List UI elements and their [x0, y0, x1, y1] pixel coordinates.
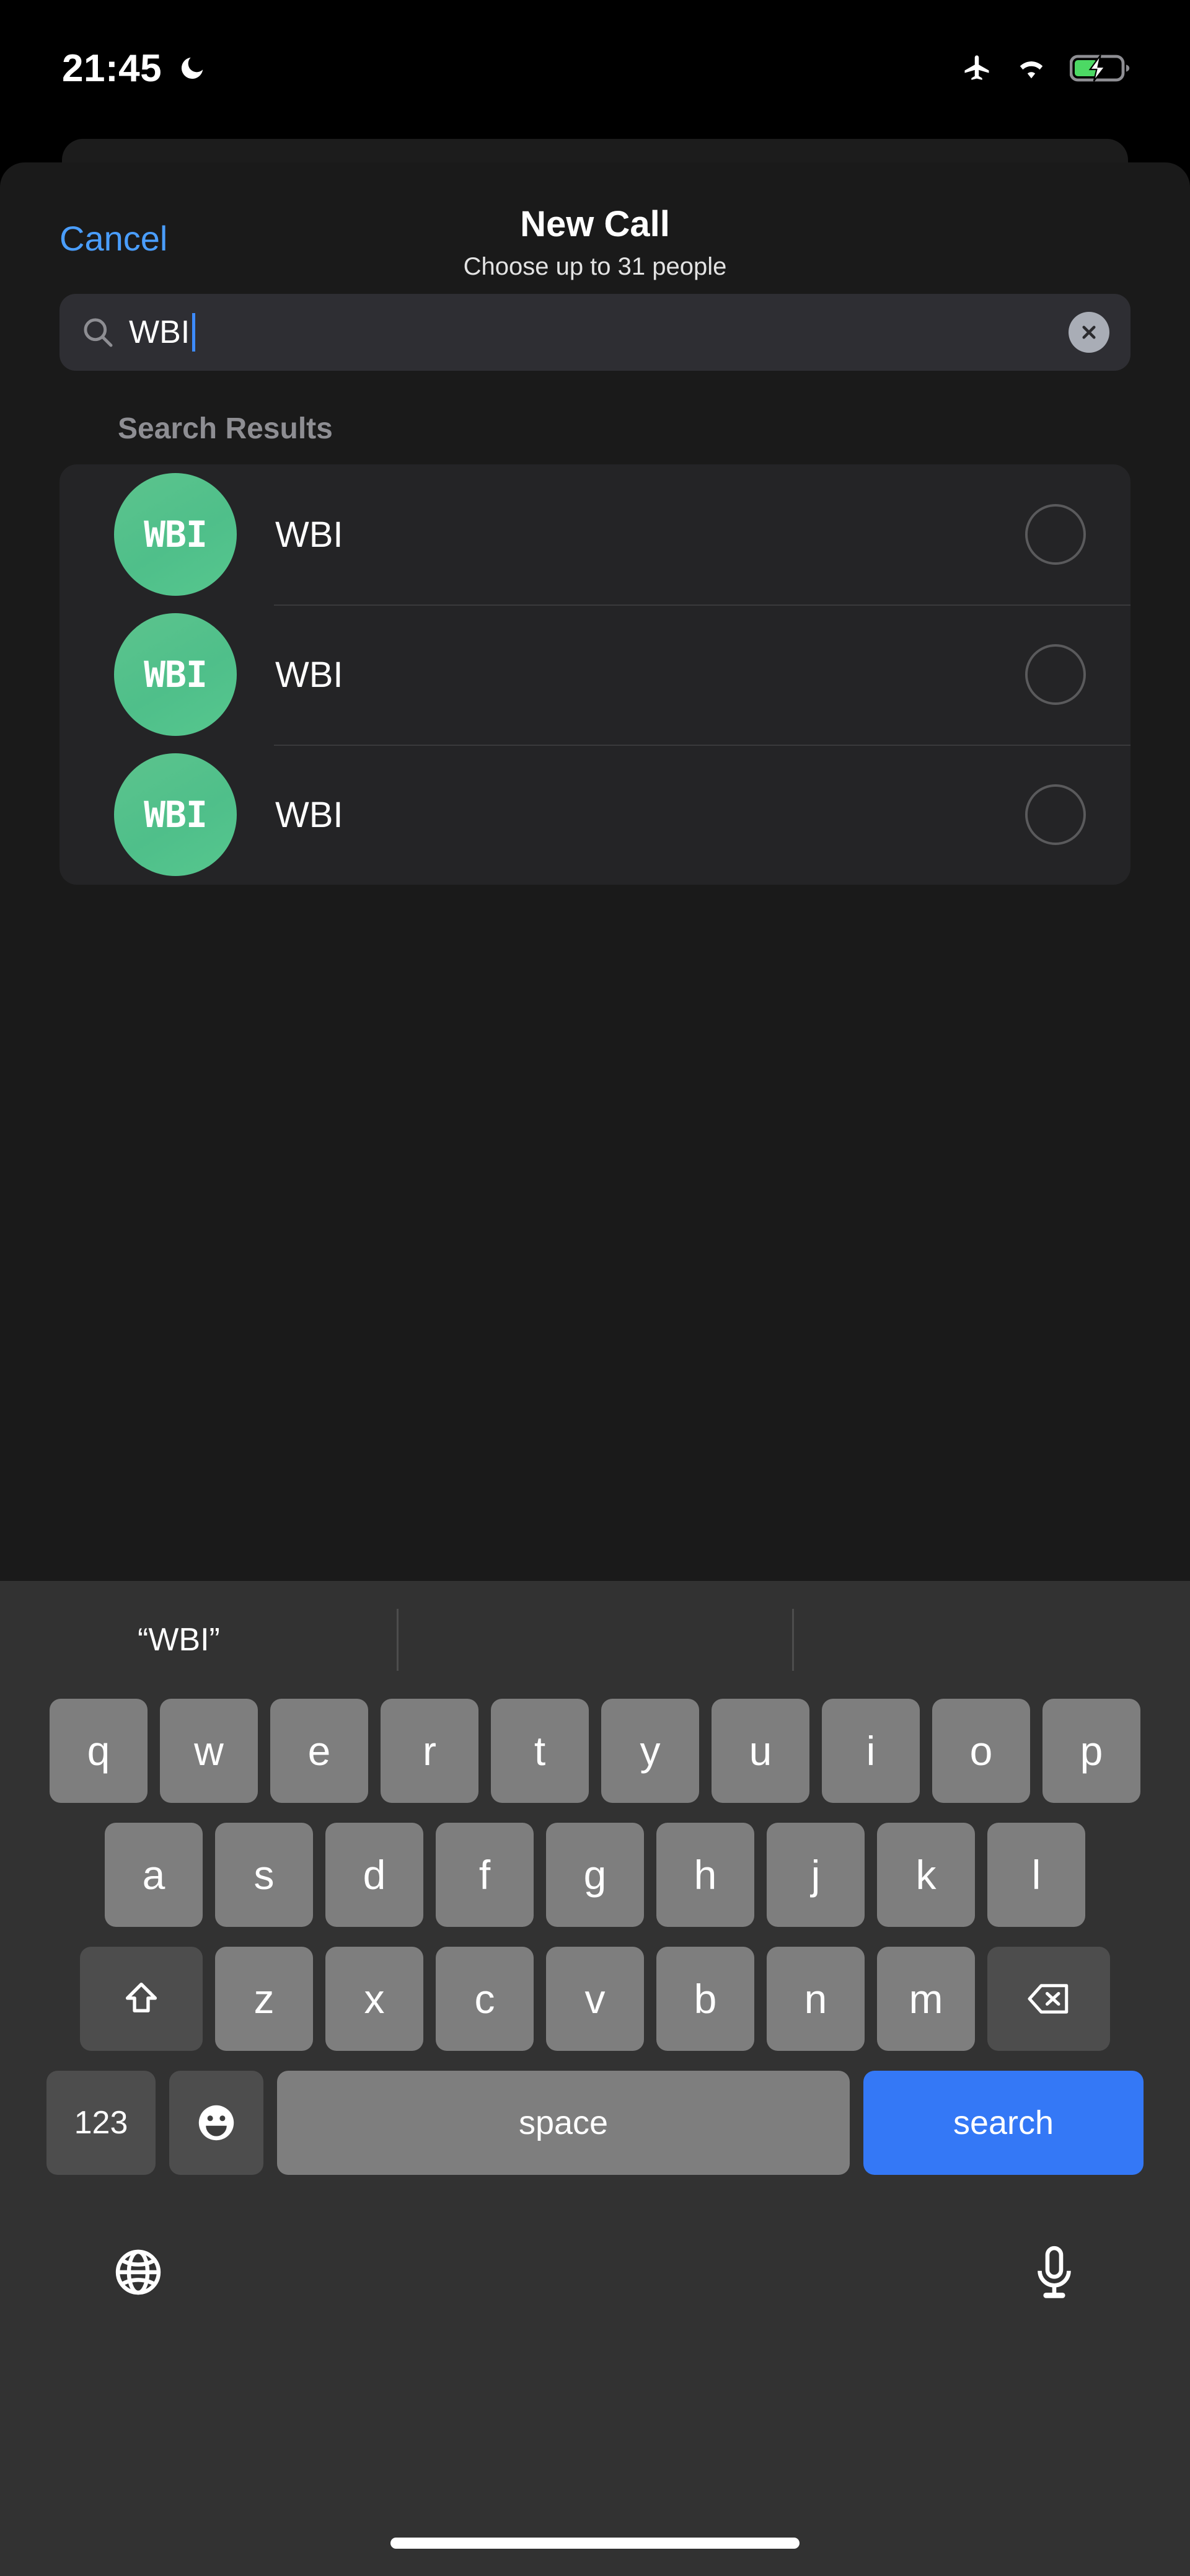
table-row[interactable]: WBI WBI	[60, 604, 1130, 745]
key-h[interactable]: h	[656, 1823, 754, 1927]
key-n[interactable]: n	[767, 1947, 865, 2051]
key-s[interactable]: s	[215, 1823, 313, 1927]
search-results-list: WBI WBI WBI WBI WBI WBI	[60, 464, 1130, 885]
space-key[interactable]: space	[277, 2071, 850, 2175]
contact-name: WBI	[275, 794, 343, 835]
key-x[interactable]: x	[325, 1947, 423, 2051]
phone-screen: 21:45 Cancel New Call Choose up to 31 pe…	[0, 0, 1190, 2576]
key-i[interactable]: i	[822, 1699, 920, 1803]
title-block: New Call Choose up to 31 people	[0, 203, 1190, 281]
contact-name: WBI	[275, 654, 343, 695]
home-indicator[interactable]	[390, 2538, 800, 2549]
search-icon	[81, 315, 115, 350]
clear-search-button[interactable]	[1069, 312, 1109, 353]
search-input-value: WBI	[129, 314, 190, 350]
search-key[interactable]: search	[863, 2071, 1144, 2175]
moon-icon	[178, 54, 206, 82]
backspace-icon	[1027, 1981, 1070, 2017]
autocomplete-bar: “WBI”	[0, 1581, 1190, 1699]
key-g[interactable]: g	[546, 1823, 644, 1927]
key-a[interactable]: a	[105, 1823, 203, 1927]
keyboard-rows: q w e r t y u i o p a s d f g h j k l z …	[0, 1699, 1190, 2175]
key-t[interactable]: t	[491, 1699, 589, 1803]
search-input-text[interactable]: WBI	[129, 313, 196, 352]
globe-icon	[112, 2246, 165, 2299]
avatar: WBI	[114, 753, 237, 876]
backspace-key[interactable]	[987, 1947, 1110, 2051]
search-area: WBI	[0, 294, 1190, 371]
suggestion-divider	[397, 1609, 399, 1671]
select-contact-toggle[interactable]	[1025, 784, 1086, 845]
keyboard-row-1: q w e r t y u i o p	[9, 1699, 1181, 1803]
key-b[interactable]: b	[656, 1947, 754, 2051]
suggestion-item-0[interactable]: “WBI”	[138, 1621, 220, 1658]
globe-key[interactable]	[112, 2246, 165, 2299]
key-e[interactable]: e	[270, 1699, 368, 1803]
status-bar-left: 21:45	[62, 46, 206, 91]
status-bar-clock: 21:45	[62, 46, 162, 90]
emoji-icon	[194, 2100, 239, 2145]
emoji-key[interactable]	[169, 2071, 263, 2175]
modal-header: Cancel New Call Choose up to 31 people	[0, 162, 1190, 294]
contact-name: WBI	[275, 514, 343, 555]
key-y[interactable]: y	[601, 1699, 699, 1803]
numeric-key[interactable]: 123	[46, 2071, 156, 2175]
shift-icon	[121, 1979, 161, 2019]
microphone-icon	[1030, 2245, 1078, 2299]
table-row[interactable]: WBI WBI	[60, 464, 1130, 604]
dictation-key[interactable]	[1030, 2245, 1078, 2299]
key-w[interactable]: w	[160, 1699, 258, 1803]
text-caret	[192, 313, 196, 352]
keyboard-row-3: z x c v b n m	[9, 1947, 1181, 2051]
key-k[interactable]: k	[877, 1823, 975, 1927]
key-z[interactable]: z	[215, 1947, 313, 2051]
page-title: New Call	[520, 204, 670, 244]
battery-charging-icon	[1070, 53, 1130, 83]
search-results-label: Search Results	[118, 412, 333, 445]
key-v[interactable]: v	[546, 1947, 644, 2051]
airplane-mode-icon	[961, 52, 993, 84]
key-j[interactable]: j	[767, 1823, 865, 1927]
on-screen-keyboard: “WBI” q w e r t y u i o p a s d f g h j …	[0, 1581, 1190, 2576]
keyboard-row-4: 123 space search	[9, 2071, 1181, 2175]
page-subtitle: Choose up to 31 people	[463, 253, 727, 281]
key-c[interactable]: c	[436, 1947, 534, 2051]
row-divider	[274, 604, 1130, 606]
key-d[interactable]: d	[325, 1823, 423, 1927]
status-bar: 21:45	[0, 0, 1190, 136]
row-divider	[274, 745, 1130, 746]
key-p[interactable]: p	[1042, 1699, 1140, 1803]
shift-key[interactable]	[80, 1947, 203, 2051]
key-q[interactable]: q	[50, 1699, 148, 1803]
table-row[interactable]: WBI WBI	[60, 745, 1130, 885]
select-contact-toggle[interactable]	[1025, 504, 1086, 565]
key-o[interactable]: o	[932, 1699, 1030, 1803]
status-bar-right	[961, 52, 1130, 84]
select-contact-toggle[interactable]	[1025, 644, 1086, 705]
search-field[interactable]: WBI	[60, 294, 1130, 371]
avatar: WBI	[114, 613, 237, 736]
key-u[interactable]: u	[712, 1699, 809, 1803]
new-call-sheet: Cancel New Call Choose up to 31 people W…	[0, 162, 1190, 1581]
key-l[interactable]: l	[987, 1823, 1085, 1927]
keyboard-bottom-bar	[0, 2195, 1190, 2325]
key-f[interactable]: f	[436, 1823, 534, 1927]
keyboard-row-2: a s d f g h j k l	[9, 1823, 1181, 1927]
key-r[interactable]: r	[381, 1699, 478, 1803]
suggestion-divider	[792, 1609, 794, 1671]
key-m[interactable]: m	[877, 1947, 975, 2051]
avatar: WBI	[114, 473, 237, 596]
wifi-icon	[1014, 55, 1049, 82]
